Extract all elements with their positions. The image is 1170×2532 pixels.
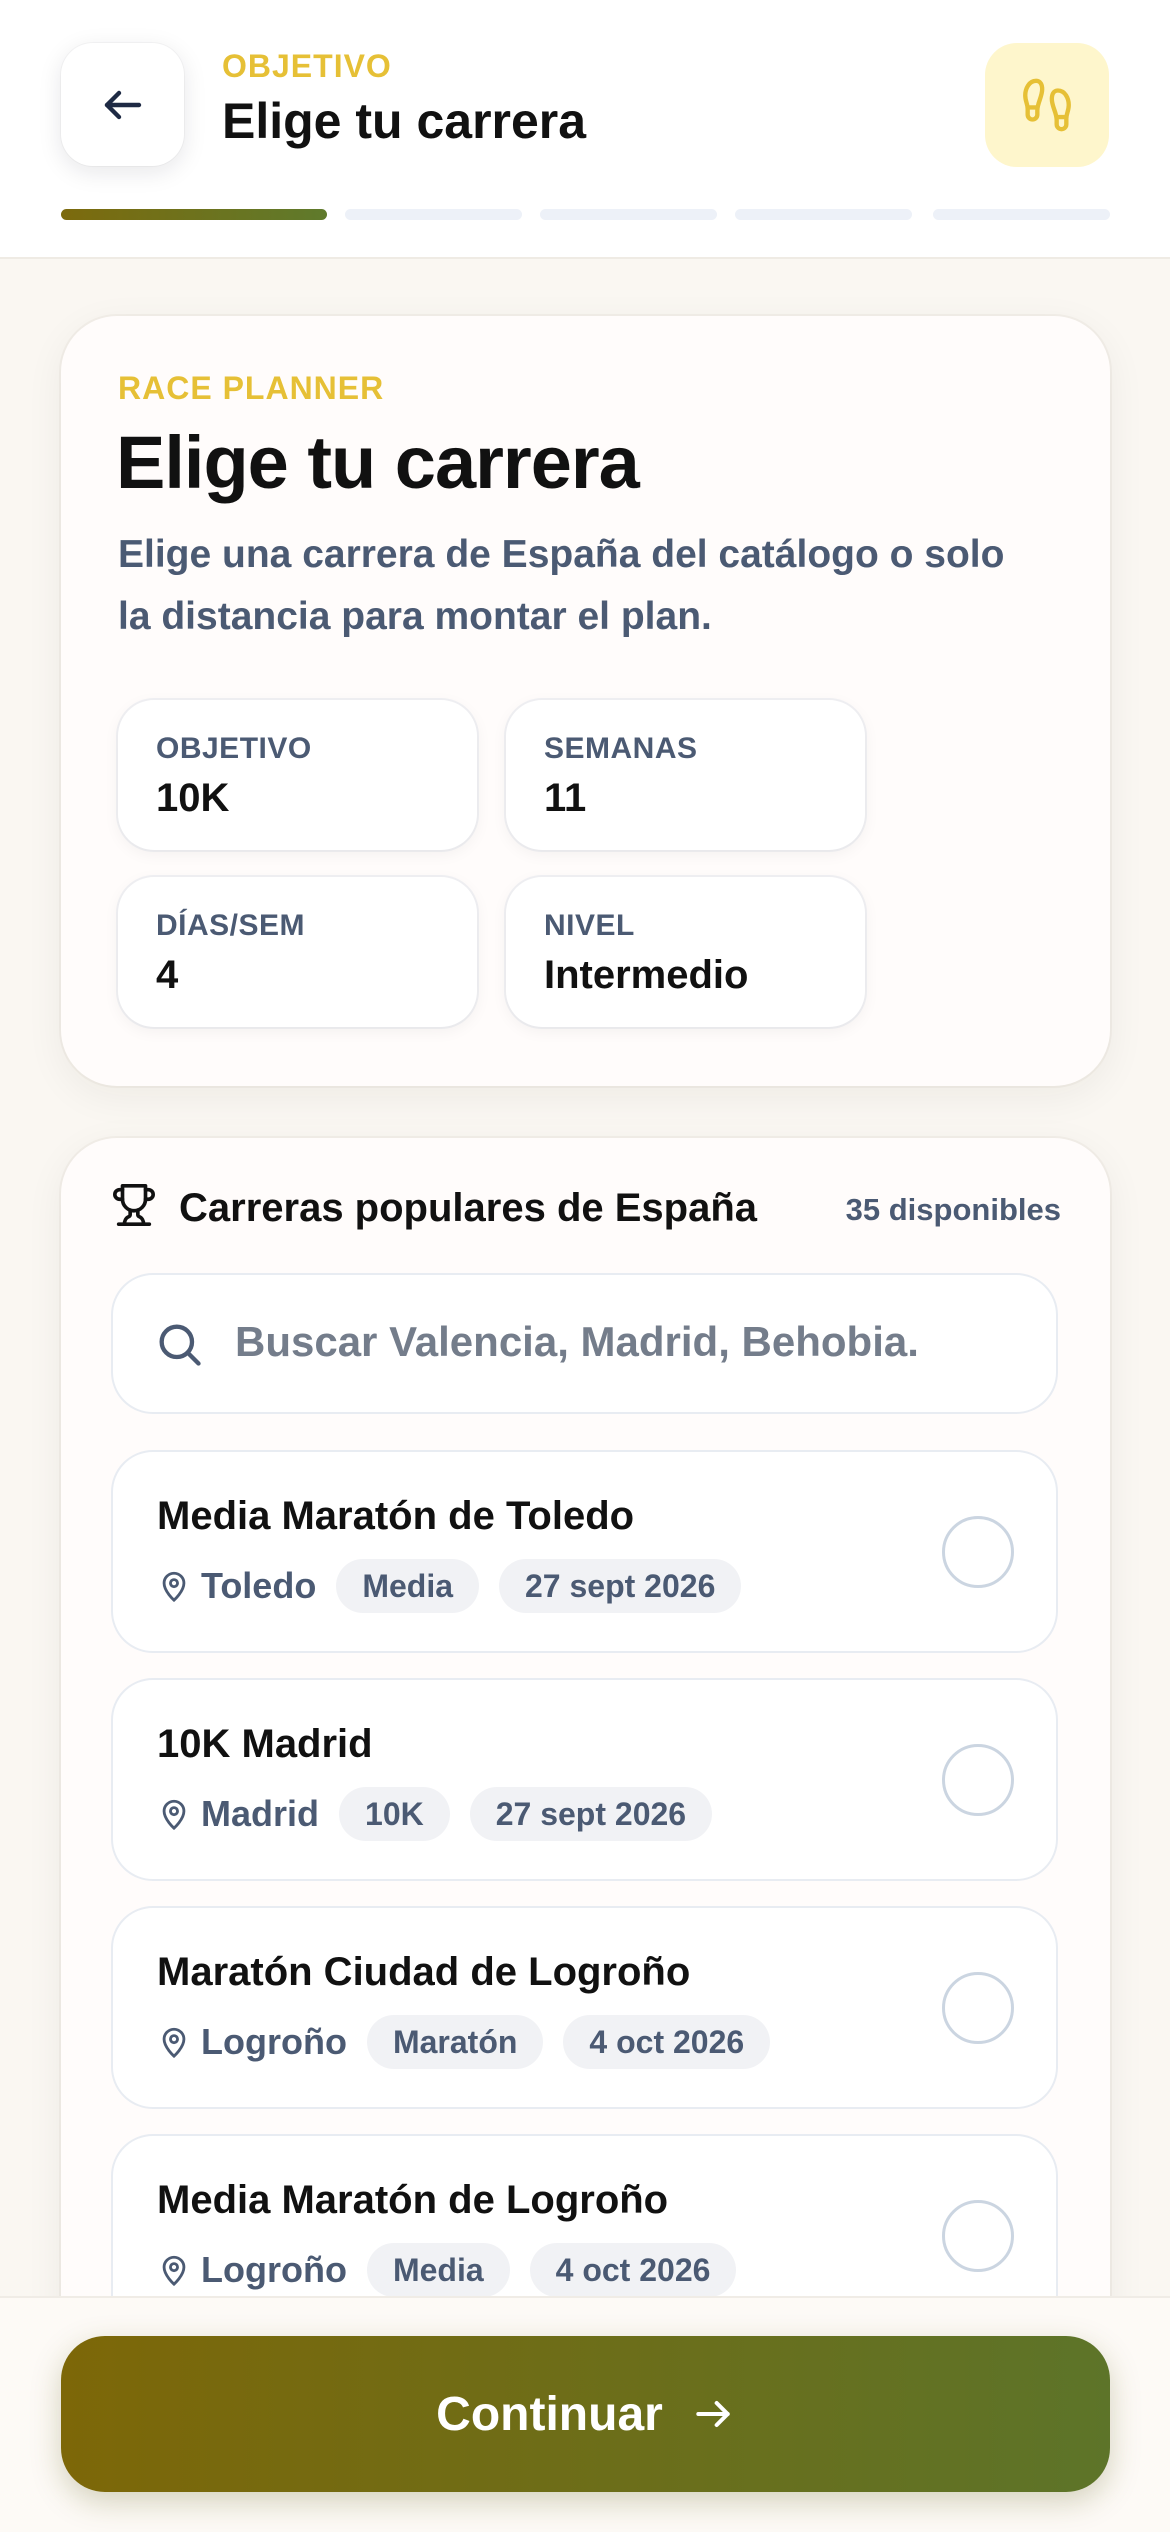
- race-name: Media Maratón de Toledo: [157, 1494, 635, 1538]
- race-meta: Logroño Media 4 oct 2026: [157, 2242, 737, 2298]
- distance-chip: 10K: [339, 1787, 450, 1841]
- race-select-radio[interactable]: [942, 1516, 1014, 1588]
- date-chip: 27 sept 2026: [469, 1787, 713, 1841]
- stat-value: Intermedio: [544, 953, 749, 997]
- race-name: Maratón Ciudad de Logroño: [157, 1950, 691, 1994]
- back-button[interactable]: [61, 43, 184, 166]
- progress-step-2: [345, 209, 522, 220]
- header-title: Elige tu carrera: [222, 93, 587, 149]
- distance-chip: Maratón: [366, 2015, 544, 2069]
- section-title: Carreras populares de España: [179, 1186, 758, 1230]
- race-item[interactable]: Maratón Ciudad de Logroño Logroño Marató…: [111, 1906, 1058, 2109]
- header-kicker: OBJETIVO: [222, 48, 392, 84]
- step-progress: [61, 209, 1110, 220]
- stat-semanas: SEMANAS 11: [506, 700, 865, 850]
- stat-label: NIVEL: [544, 909, 635, 942]
- search-placeholder: Buscar Valencia, Madrid, Behobia.: [235, 1318, 919, 1365]
- stat-value: 11: [544, 776, 587, 820]
- arrow-right-icon: [696, 2400, 730, 2428]
- race-name: 10K Madrid: [157, 1722, 373, 1766]
- stat-value: 10K: [156, 776, 230, 820]
- stat-label: OBJETIVO: [156, 732, 312, 765]
- location-pin-icon: [162, 2027, 186, 2059]
- planner-kicker: RACE PLANNER: [118, 370, 385, 406]
- date-chip: 4 oct 2026: [529, 2243, 737, 2297]
- race-name: Media Maratón de Logroño: [157, 2178, 669, 2222]
- race-search-input[interactable]: Buscar Valencia, Madrid, Behobia.: [111, 1273, 1058, 1414]
- planner-description: Elige una carrera de España del catálogo…: [118, 533, 1005, 638]
- distance-chip: Media: [366, 2243, 510, 2297]
- date-chip: 4 oct 2026: [563, 2015, 771, 2069]
- stat-label: SEMANAS: [544, 732, 698, 765]
- search-icon: [159, 1324, 201, 1366]
- progress-step-1: [61, 209, 327, 220]
- stat-dias-sem: DÍAS/SEM 4: [118, 877, 477, 1027]
- race-meta: Toledo Media 27 sept 2026: [157, 1558, 742, 1614]
- location-pin-icon: [162, 1571, 186, 1603]
- race-meta: Logroño Maratón 4 oct 2026: [157, 2014, 771, 2070]
- race-city: Madrid: [201, 1793, 320, 1834]
- race-select-radio[interactable]: [942, 1972, 1014, 2044]
- distance-chip: Media: [336, 1559, 479, 1613]
- available-count: 35 disponibles: [845, 1192, 1061, 1227]
- date-chip: 27 sept 2026: [499, 1559, 742, 1613]
- location-pin-icon: [162, 2255, 186, 2287]
- location-pin-icon: [162, 1799, 186, 1831]
- race-city: Toledo: [201, 1565, 317, 1606]
- race-meta: Madrid 10K 27 sept 2026: [157, 1786, 713, 1842]
- race-city: Logroño: [201, 2249, 347, 2290]
- trophy-icon: [113, 1184, 155, 1226]
- race-item[interactable]: Media Maratón de Toledo Toledo Media 27 …: [111, 1450, 1058, 1653]
- planner-title: Elige tu carrera: [116, 421, 640, 504]
- race-select-radio[interactable]: [942, 1744, 1014, 1816]
- footprints-icon: [1023, 78, 1071, 132]
- race-select-radio[interactable]: [942, 2200, 1014, 2272]
- race-planner-card: RACE PLANNER Elige tu carrera Elige una …: [61, 316, 1110, 1086]
- continue-label: Continuar: [436, 2387, 663, 2441]
- stat-objetivo: OBJETIVO 10K: [118, 700, 477, 850]
- continue-button[interactable]: Continuar: [61, 2336, 1110, 2492]
- footprints-button[interactable]: [985, 43, 1109, 167]
- stat-label: DÍAS/SEM: [156, 909, 306, 942]
- progress-step-4: [735, 209, 912, 220]
- race-item[interactable]: 10K Madrid Madrid 10K 27 sept 2026: [111, 1678, 1058, 1881]
- progress-step-3: [540, 209, 717, 220]
- progress-step-5: [933, 209, 1110, 220]
- stat-nivel: NIVEL Intermedio: [506, 877, 865, 1027]
- bottom-bar: Continuar: [0, 2296, 1170, 2532]
- top-header: OBJETIVO Elige tu carrera: [0, 0, 1170, 259]
- arrow-left-icon: [104, 90, 141, 119]
- stat-value: 4: [156, 953, 179, 997]
- race-city: Logroño: [201, 2021, 347, 2062]
